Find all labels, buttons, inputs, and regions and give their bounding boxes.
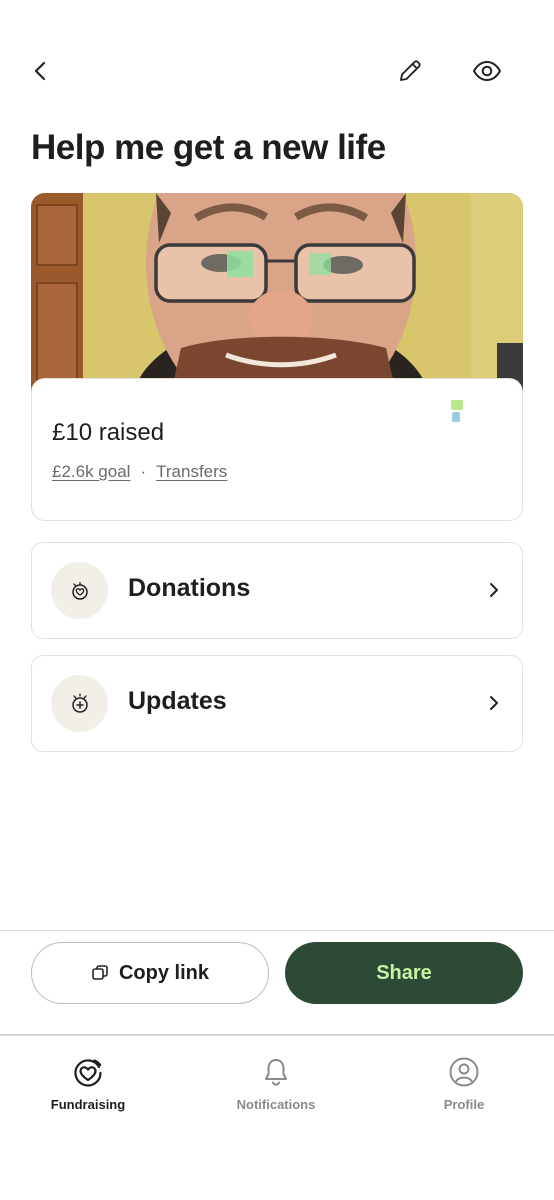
fundraising-heart-icon — [74, 1059, 102, 1087]
separator-dot: · — [140, 462, 147, 481]
campaign-cover-photo — [31, 193, 523, 393]
eye-icon — [472, 60, 502, 82]
nav-item-fundraising[interactable]: Fundraising — [13, 1056, 163, 1112]
pencil-icon — [400, 60, 421, 81]
donations-label: Donations — [128, 574, 251, 602]
donations-icon-circle — [51, 562, 108, 619]
nav-item-notifications[interactable]: Notifications — [201, 1056, 351, 1112]
nav-item-profile[interactable]: Profile — [389, 1056, 539, 1112]
transfers-link[interactable]: Transfers — [156, 462, 227, 482]
divider — [0, 930, 554, 931]
donations-row[interactable]: Donations — [31, 542, 523, 639]
profile-icon — [449, 1057, 479, 1087]
update-plus-icon — [71, 692, 88, 713]
fundraising-progress-card: £10 raised £2.6k goal · Transfers — [31, 378, 523, 521]
share-button[interactable]: Share — [285, 942, 523, 1004]
edit-button[interactable] — [388, 49, 432, 93]
updates-icon-circle — [51, 675, 108, 732]
page-title: Help me get a new life — [31, 128, 386, 167]
chevron-right-icon — [490, 696, 498, 710]
nav-label-fundraising: Fundraising — [50, 1097, 126, 1112]
copy-icon — [92, 965, 108, 980]
nav-label-notifications: Notifications — [236, 1097, 316, 1112]
copy-link-label: Copy link — [118, 961, 209, 984]
progress-indicator-icon — [451, 400, 463, 422]
bottom-navigation: Fundraising Notifications Profile — [0, 1036, 554, 1200]
preview-button[interactable] — [465, 49, 509, 93]
heart-donation-icon — [71, 581, 88, 600]
bell-icon — [265, 1059, 287, 1086]
goal-meta: £2.6k goal · Transfers — [52, 462, 227, 482]
top-bar — [0, 0, 554, 130]
copy-link-button[interactable]: Copy link — [31, 942, 269, 1004]
updates-row[interactable]: Updates — [31, 655, 523, 752]
goal-link[interactable]: £2.6k goal — [52, 462, 130, 482]
chevron-left-icon — [34, 61, 46, 81]
chevron-right-icon — [490, 583, 498, 597]
updates-label: Updates — [128, 687, 227, 715]
share-label: Share — [376, 961, 432, 984]
back-button[interactable] — [19, 49, 63, 93]
amount-raised: £10 raised — [52, 419, 165, 446]
nav-label-profile: Profile — [443, 1097, 485, 1112]
